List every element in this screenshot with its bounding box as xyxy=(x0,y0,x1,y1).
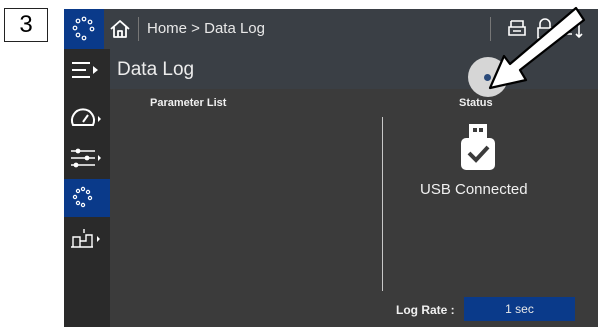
step-number-box: 3 xyxy=(4,8,48,42)
breadcrumb[interactable]: Home > Data Log xyxy=(147,20,265,37)
sidebar xyxy=(64,49,110,327)
log-rate-label: Log Rate : xyxy=(396,303,455,317)
data-log-dots-icon[interactable] xyxy=(64,179,110,217)
system-diagram-icon[interactable] xyxy=(64,221,110,259)
divider xyxy=(138,17,139,41)
parameter-list-header: Parameter List xyxy=(150,97,227,109)
step-number: 3 xyxy=(19,11,33,38)
callout-arrow-icon xyxy=(488,6,586,90)
usb-drive-icon xyxy=(457,122,499,174)
logo-dots-icon[interactable] xyxy=(64,9,104,49)
menu-icon[interactable] xyxy=(64,53,110,91)
usb-status-text: USB Connected xyxy=(420,181,528,198)
column-divider xyxy=(382,117,383,291)
log-rate-select[interactable]: 1 sec xyxy=(464,297,575,321)
gauge-icon[interactable] xyxy=(64,99,110,137)
page-title: Data Log xyxy=(117,59,195,80)
home-icon[interactable] xyxy=(104,9,136,49)
sliders-icon[interactable] xyxy=(64,139,110,177)
